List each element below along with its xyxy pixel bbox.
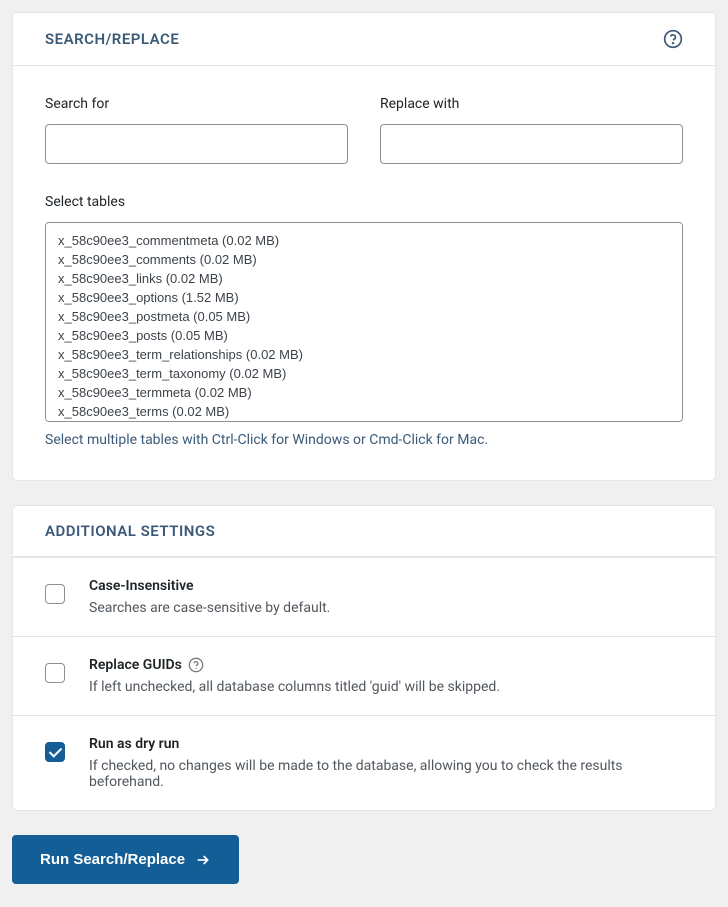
run-button-label: Run Search/Replace — [40, 851, 185, 868]
run-search-replace-button[interactable]: Run Search/Replace — [12, 835, 239, 884]
search-replace-card: SEARCH/REPLACE Search for Replace with S… — [12, 12, 716, 481]
setting-text: Case-Insensitive Searches are case-sensit… — [89, 578, 683, 616]
select-tables-hint: Select multiple tables with Ctrl-Click f… — [45, 432, 683, 448]
setting-title: Run as dry run — [89, 736, 683, 752]
search-for-group: Search for — [45, 96, 348, 164]
table-option[interactable]: x_58c90ee3_links (0.02 MB) — [46, 269, 682, 288]
search-replace-body: Search for Replace with Select tables x_… — [13, 66, 715, 480]
setting-checkbox[interactable] — [45, 584, 65, 604]
setting-checkbox[interactable] — [45, 742, 65, 762]
setting-description: Searches are case-sensitive by default. — [89, 600, 683, 616]
table-option[interactable]: x_58c90ee3_term_relationships (0.02 MB) — [46, 345, 682, 364]
setting-row: Case-Insensitive Searches are case-sensit… — [13, 557, 715, 636]
table-option[interactable]: x_58c90ee3_posts (0.05 MB) — [46, 326, 682, 345]
table-option[interactable]: x_58c90ee3_options (1.52 MB) — [46, 288, 682, 307]
table-option[interactable]: x_58c90ee3_termmeta (0.02 MB) — [46, 383, 682, 402]
table-option[interactable]: x_58c90ee3_commentmeta (0.02 MB) — [46, 231, 682, 250]
setting-title: Replace GUIDs — [89, 657, 683, 673]
additional-settings-title: ADDITIONAL SETTINGS — [45, 522, 683, 540]
setting-checkbox[interactable] — [45, 663, 65, 683]
setting-title: Case-Insensitive — [89, 578, 683, 594]
select-tables-label: Select tables — [45, 194, 683, 210]
table-option[interactable]: x_58c90ee3_term_taxonomy (0.02 MB) — [46, 364, 682, 383]
setting-description: If checked, no changes will be made to t… — [89, 758, 683, 790]
replace-with-input[interactable] — [380, 124, 683, 164]
settings-list: Case-Insensitive Searches are case-sensit… — [13, 556, 715, 810]
search-replace-header: SEARCH/REPLACE — [13, 13, 715, 66]
replace-with-label: Replace with — [380, 96, 683, 112]
replace-with-group: Replace with — [380, 96, 683, 164]
arrow-right-icon — [195, 852, 211, 868]
setting-row: Replace GUIDs If left unchecked, all data… — [13, 636, 715, 715]
additional-settings-card: ADDITIONAL SETTINGS Case-Insensitive Sear… — [12, 505, 716, 811]
setting-row: Run as dry run If checked, no changes wil… — [13, 715, 715, 810]
search-for-label: Search for — [45, 96, 348, 112]
table-option[interactable]: x_58c90ee3_usermeta (0.02 MB) — [46, 421, 682, 422]
select-tables-input[interactable]: x_58c90ee3_commentmeta (0.02 MB)x_58c90e… — [45, 222, 683, 422]
search-replace-title: SEARCH/REPLACE — [45, 30, 179, 48]
select-tables-group: Select tables x_58c90ee3_commentmeta (0.… — [45, 194, 683, 448]
table-option[interactable]: x_58c90ee3_terms (0.02 MB) — [46, 402, 682, 421]
setting-text: Replace GUIDs If left unchecked, all data… — [89, 657, 683, 695]
search-replace-inputs: Search for Replace with — [45, 96, 683, 164]
search-for-input[interactable] — [45, 124, 348, 164]
table-option[interactable]: x_58c90ee3_postmeta (0.05 MB) — [46, 307, 682, 326]
additional-settings-header: ADDITIONAL SETTINGS — [13, 506, 715, 556]
help-icon[interactable] — [663, 29, 683, 49]
setting-description: If left unchecked, all database columns … — [89, 679, 683, 695]
help-icon[interactable] — [188, 657, 204, 673]
setting-text: Run as dry run If checked, no changes wil… — [89, 736, 683, 790]
table-option[interactable]: x_58c90ee3_comments (0.02 MB) — [46, 250, 682, 269]
